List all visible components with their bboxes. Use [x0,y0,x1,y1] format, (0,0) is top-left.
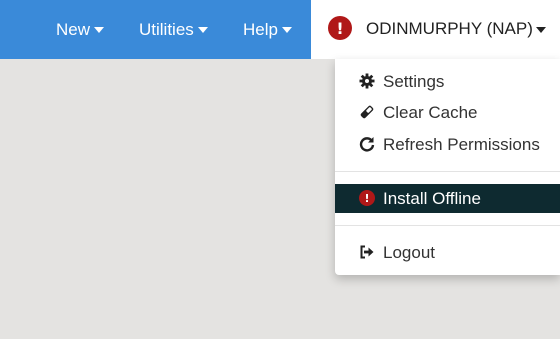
menu-item-label: Settings [383,72,445,91]
caret-down-icon [536,27,546,33]
caret-down-icon [94,27,105,33]
caret-down-icon [197,27,208,33]
nav-utilities-label: Utilities [139,19,194,39]
menu-item-logout[interactable]: Logout [335,238,560,267]
menu-item-settings[interactable]: Settings [335,67,560,96]
refresh-icon [358,135,376,153]
menu-item-label: Install Offline [383,189,481,208]
nav-new-label: New [56,19,91,39]
menu-item-label: Refresh Permissions [383,135,540,154]
nav-help-label: Help [243,19,278,39]
eraser-icon [358,103,376,121]
user-menu-toggle[interactable]: ! ODINMURPHY (NAP) [311,0,560,59]
menu-item-label: Clear Cache [383,103,478,122]
menu-divider [335,171,560,172]
logout-icon [358,243,376,261]
user-name-label: ODINMURPHY (NAP) [366,19,533,38]
menu-item-install-offline[interactable]: ! Install Offline [335,184,560,213]
menu-item-clear-cache[interactable]: Clear Cache [335,98,560,127]
nav-new-menu[interactable]: New [56,0,105,59]
menu-divider [335,225,560,226]
nav-utilities-menu[interactable]: Utilities [139,0,208,59]
gear-icon [358,72,376,90]
caret-down-icon [281,27,292,33]
menu-item-refresh-permissions[interactable]: Refresh Permissions [335,130,560,159]
exclamation-circle-icon: ! [328,16,352,40]
nav-help-menu[interactable]: Help [243,0,292,59]
user-dropdown-menu: Settings Clear Cache Refresh Permissions… [335,59,560,275]
menu-item-label: Logout [383,243,435,262]
exclamation-circle-icon: ! [359,190,375,206]
